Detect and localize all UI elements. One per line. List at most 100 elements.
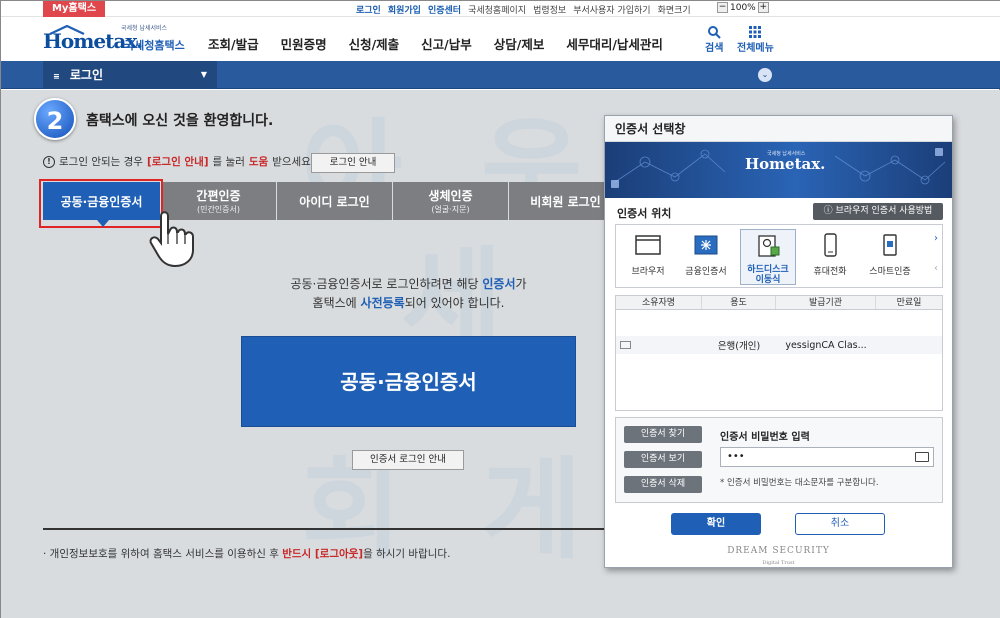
location-harddisk[interactable]: 하드디스크 이동식 (740, 229, 796, 285)
vendor-footer: DREAM SECURITY Digital Trust (605, 545, 952, 567)
login-notice: ! 로그인 안되는 경우 [로그인 안내] 를 눌러 도움 받으세요. (43, 154, 314, 169)
desc-highlight: 사전등록 (360, 296, 405, 310)
cert-center-link[interactable]: 인증센터 (428, 3, 461, 16)
watermark-char: 게 (481, 446, 583, 574)
col-usage: 용도 (702, 296, 776, 309)
step-number-badge: 2 (34, 98, 76, 140)
desc-line-1: 공동·금융인증서로 로그인하려면 해당 인증서가 (241, 275, 576, 294)
hometax-logo[interactable]: 국세청 납세서비스 Hometax. 국세청홈택스 (43, 23, 185, 55)
foot-text: · 개인정보보호를 위하여 홈택스 서비스를 이용하신 후 (43, 548, 279, 560)
financial-cert-icon (694, 235, 718, 255)
foot-text: 을 하시기 바랍니다. (363, 548, 451, 560)
cert-usage: 은행(개인) (717, 341, 761, 352)
login-guide-button[interactable]: 로그인 안내 (311, 153, 395, 173)
nts-homepage-link[interactable]: 국세청홈페이지 (468, 3, 526, 16)
col-issuer: 발급기관 (776, 296, 876, 309)
nav-item-certificate[interactable]: 민원증명 (281, 34, 327, 53)
cert-select-dialog: 인증서 선택창 국세청 납세서비스 Hometax. 인증서 위치 ⓘ 브라우저… (604, 115, 953, 568)
dept-user-join-link[interactable]: 부서사용자 가입하기 (573, 3, 650, 16)
smart-cert-icon (883, 234, 897, 256)
site-header: 국세청 납세서비스 Hometax. 국세청홈택스 조회/발급 민원증명 신청/… (1, 17, 1000, 61)
login-link[interactable]: 로그인 (356, 3, 381, 16)
search-button[interactable]: 검색 (705, 25, 723, 54)
my-hometax-link[interactable]: My홈택스 (43, 1, 105, 17)
pointer-hand-icon (149, 211, 194, 268)
expand-chevron-icon[interactable]: ⌄ (758, 68, 772, 82)
tab-sublabel: (얼굴·지문) (431, 205, 470, 214)
chevron-down-icon: ▼ (200, 70, 207, 79)
password-value: ••• (727, 451, 745, 462)
browser-guide-label: 브라우저 인증서 사용방법 (835, 206, 933, 216)
browser-icon (635, 235, 661, 255)
zoom-out-button[interactable]: − (717, 2, 728, 13)
nav-item-apply[interactable]: 신청/제출 (349, 34, 400, 53)
location-label: 휴대전화 (813, 267, 847, 277)
welcome-heading: 홈택스에 오신 것을 환영합니다. (86, 113, 274, 129)
zoom-in-button[interactable]: + (757, 2, 769, 13)
desc-text: 되어 있어야 합니다. (404, 296, 505, 310)
dialog-logo: Hometax. (745, 155, 826, 173)
desc-text: 공동·금융인증서로 로그인하려면 해당 (290, 277, 479, 291)
table-header: 소유자명 용도 발급기관 만료일 (616, 296, 942, 310)
nav-item-report[interactable]: 신고/납부 (421, 34, 472, 53)
nav-item-consult[interactable]: 상담/제보 (494, 34, 545, 53)
joint-cert-login-button[interactable]: 공동·금융인증서 (241, 336, 576, 427)
password-note: * 인증서 비밀번호는 대소문자를 구분합니다. (720, 478, 879, 488)
screen-size-label: 화면크기 (657, 6, 691, 16)
search-icon (708, 26, 721, 39)
cert-owner-cell (616, 340, 702, 351)
tab-biometric[interactable]: 생체인증 (얼굴·지문) (393, 182, 509, 220)
tab-label: 간편인증 (196, 189, 241, 203)
table-row[interactable]: 은행(개인) yessignCA Clas... (616, 336, 942, 354)
zoom-control: − 100% + (717, 2, 769, 13)
chevron-right-icon[interactable]: › (934, 233, 938, 244)
col-expiry: 만료일 (896, 298, 922, 308)
location-financial-cert[interactable]: 금융인증서 (678, 229, 734, 285)
chevron-left-icon[interactable]: ‹ (934, 263, 938, 274)
browser-guide-button[interactable]: ⓘ 브라우저 인증서 사용방법 (813, 203, 943, 220)
cert-icon (620, 341, 631, 349)
location-label: 하드디스크 이동식 (747, 265, 789, 285)
all-menu-button[interactable]: 전체메뉴 (737, 25, 774, 54)
notice-link: [로그인 안내] (146, 156, 209, 168)
cert-list-table: 소유자명 용도 발급기관 만료일 은행(개인) yessignCA Clas..… (615, 295, 943, 411)
current-page-select[interactable]: ≡ 로그인 ▼ (43, 61, 217, 89)
vendor-tagline: Digital Trust (762, 560, 795, 566)
find-cert-button[interactable]: 인증서 찾기 (624, 426, 702, 443)
main-nav: 조회/발급 민원증명 신청/제출 신고/납부 상담/제보 세무대리/납세관리 (208, 34, 685, 53)
desc-text: 가 (515, 277, 527, 291)
confirm-button[interactable]: 확인 (671, 513, 761, 535)
notice-text-mid: 를 눌러 (212, 156, 245, 168)
exclamation-icon: ! (43, 155, 55, 168)
law-info-link[interactable]: 법령정보 (533, 3, 566, 16)
divider (43, 528, 623, 530)
harddisk-icon (758, 235, 780, 257)
utility-bar: My홈택스 로그인 회원가입 인증센터 국세청홈페이지 법령정보 부서사용자 가… (1, 1, 1000, 17)
cancel-button[interactable]: 취소 (795, 513, 885, 535)
delete-cert-button[interactable]: 인증서 삭제 (624, 476, 702, 493)
dialog-banner: 국세청 납세서비스 Hometax. (605, 142, 952, 198)
cert-issuer: yessignCA Clas... (785, 339, 867, 351)
keyboard-icon[interactable] (915, 452, 929, 462)
notice-help: 도움 (248, 156, 269, 168)
location-phone[interactable]: 휴대전화 (802, 229, 858, 285)
nav-item-tax-agent[interactable]: 세무대리/납세관리 (566, 34, 663, 53)
zoom-value: 100% (730, 2, 756, 13)
password-label: 인증서 비밀번호 입력 (720, 432, 810, 443)
cert-login-guide-button[interactable]: 인증서 로그인 안내 (352, 450, 464, 470)
current-page-label: 로그인 (69, 68, 104, 82)
location-smart-cert[interactable]: 스마트인증 (862, 229, 918, 285)
tab-id-login[interactable]: 아이디 로그인 (277, 182, 393, 220)
active-tab-pointer (97, 220, 109, 227)
tab-label: 아이디 로그인 (299, 194, 370, 209)
nav-item-inquiry[interactable]: 조회/발급 (208, 34, 259, 53)
view-cert-button[interactable]: 인증서 보기 (624, 451, 702, 468)
signup-link[interactable]: 회원가입 (388, 3, 421, 16)
location-browser[interactable]: 브라우저 (620, 229, 676, 285)
cert-password-field[interactable]: ••• (720, 447, 934, 467)
location-label: 금융인증서 (685, 267, 727, 277)
utility-links: 로그인 회원가입 인증센터 국세청홈페이지 법령정보 부서사용자 가입하기 화면… (356, 3, 691, 16)
screen-frame: My홈택스 로그인 회원가입 인증센터 국세청홈페이지 법령정보 부서사용자 가… (0, 0, 1000, 618)
logo-korean: 국세청홈택스 (124, 39, 185, 52)
vendor-name: DREAM SECURITY (727, 546, 830, 556)
